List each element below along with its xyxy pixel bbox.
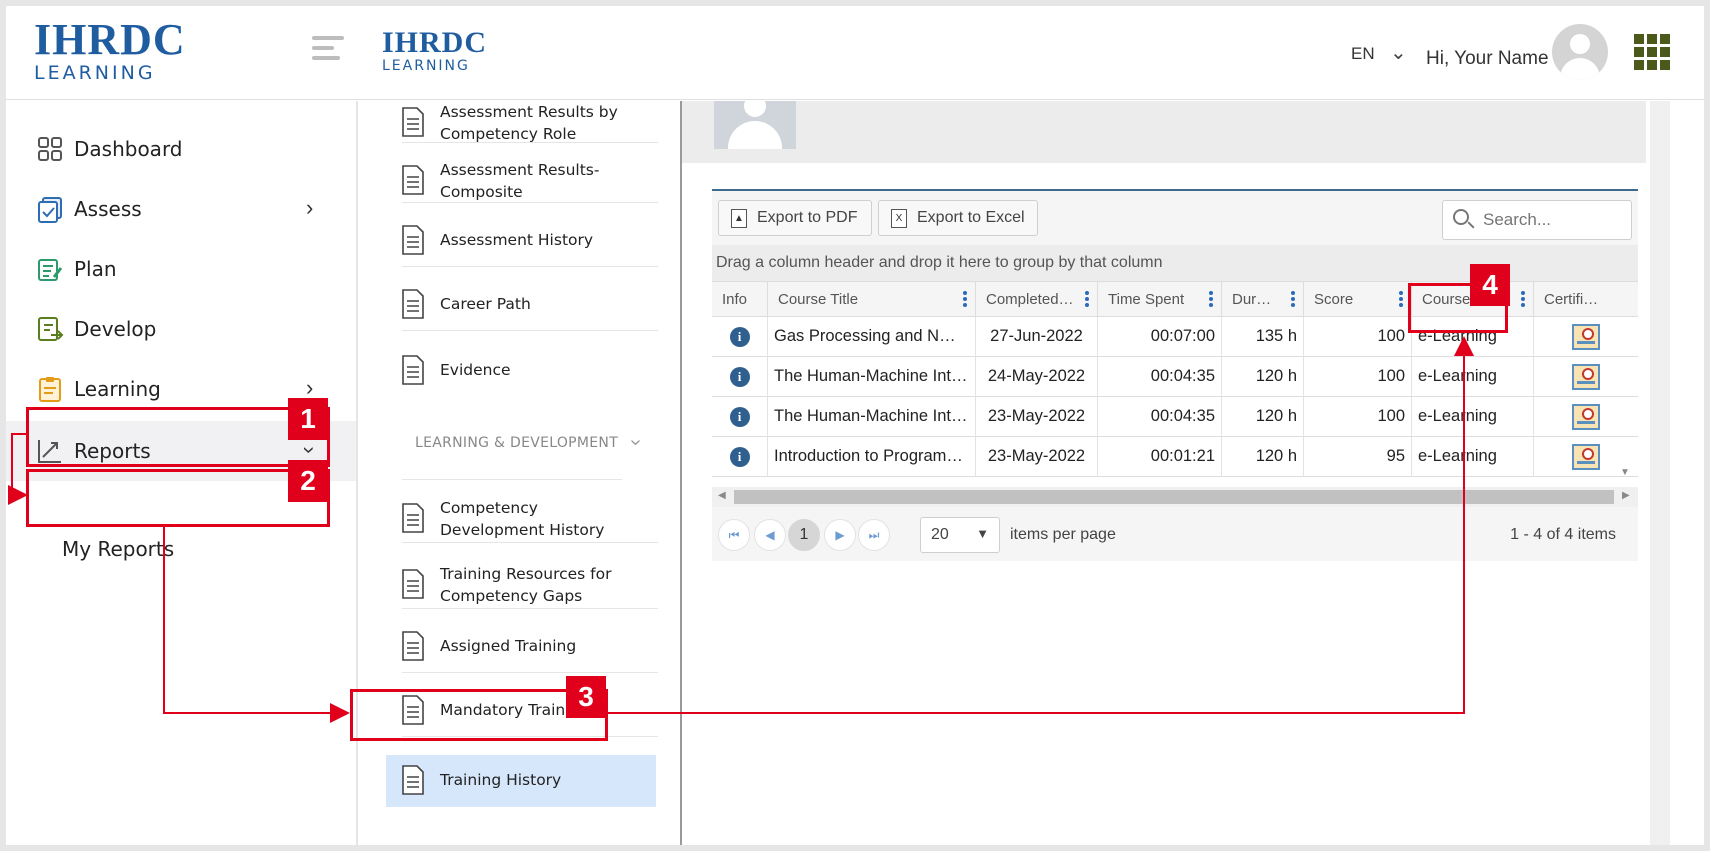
app-window: IHRDC LEARNING IHRDC LEARNING EN ⌄ Hi, Y… — [6, 6, 1704, 845]
annotation-arrows — [8, 336, 1474, 723]
